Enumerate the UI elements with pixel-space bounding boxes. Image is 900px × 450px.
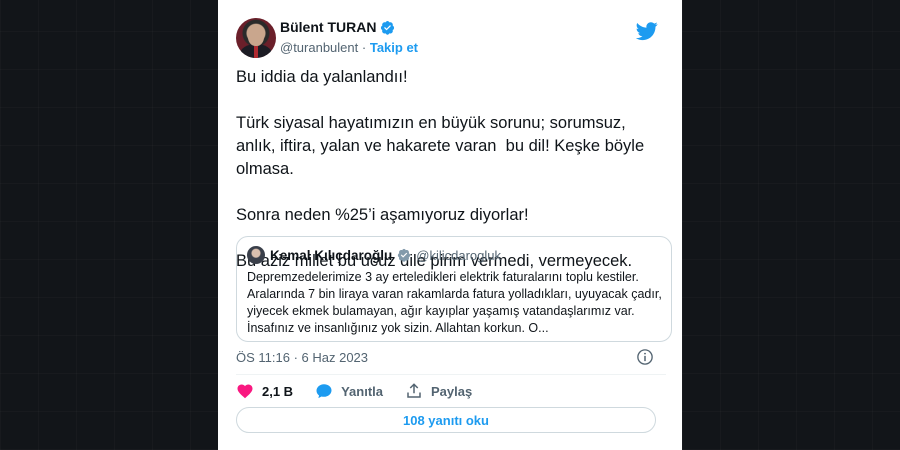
reply-bubble-icon (316, 384, 332, 399)
quoted-author-handle: @kilicdarogluk (416, 247, 502, 263)
twitter-bird-icon[interactable] (636, 20, 658, 42)
background-right (682, 0, 900, 450)
handle-separator: · (361, 40, 367, 55)
read-replies-button[interactable]: 108 yanıtı oku (236, 407, 656, 433)
author-name[interactable]: Bülent TURAN (280, 19, 376, 35)
author-handle[interactable]: @turanbulent (280, 40, 358, 55)
verified-badge-icon (381, 20, 395, 35)
like-button[interactable]: 2,1 B (236, 382, 293, 400)
author-avatar[interactable] (236, 18, 276, 58)
follow-button[interactable]: Takip et (370, 40, 418, 55)
share-label: Paylaş (431, 383, 473, 399)
like-count: 2,1 B (262, 383, 294, 399)
quoted-tweet-text: Depremzedelerimize 3 ay erteledikleri el… (247, 270, 662, 335)
share-icon (407, 383, 421, 398)
divider (236, 374, 666, 375)
quoted-tweet[interactable]: Kemal Kılıçdaroğlu @kilicdarogluk Deprem… (236, 236, 672, 342)
quoted-author-name: Kemal Kılıçdaroğlu (270, 247, 393, 263)
quoted-author-avatar (247, 246, 265, 264)
heart-icon (237, 384, 253, 399)
tweet-actions: 2,1 B Yanıtla Paylaş (236, 382, 494, 400)
background-left (0, 0, 218, 450)
tweet-card: Bülent TURAN @turanbulent · Takip et Bu … (218, 0, 682, 450)
tweet-timestamp[interactable]: ÖS 11:16 · 6 Haz 2023 (236, 350, 368, 365)
reply-label: Yanıtla (341, 383, 383, 399)
verified-badge-icon (398, 248, 411, 262)
tweet-header: Bülent TURAN @turanbulent · Takip et (236, 18, 666, 60)
info-icon[interactable] (636, 348, 654, 366)
share-button[interactable]: Paylaş (405, 382, 472, 400)
reply-button[interactable]: Yanıtla (315, 382, 383, 400)
